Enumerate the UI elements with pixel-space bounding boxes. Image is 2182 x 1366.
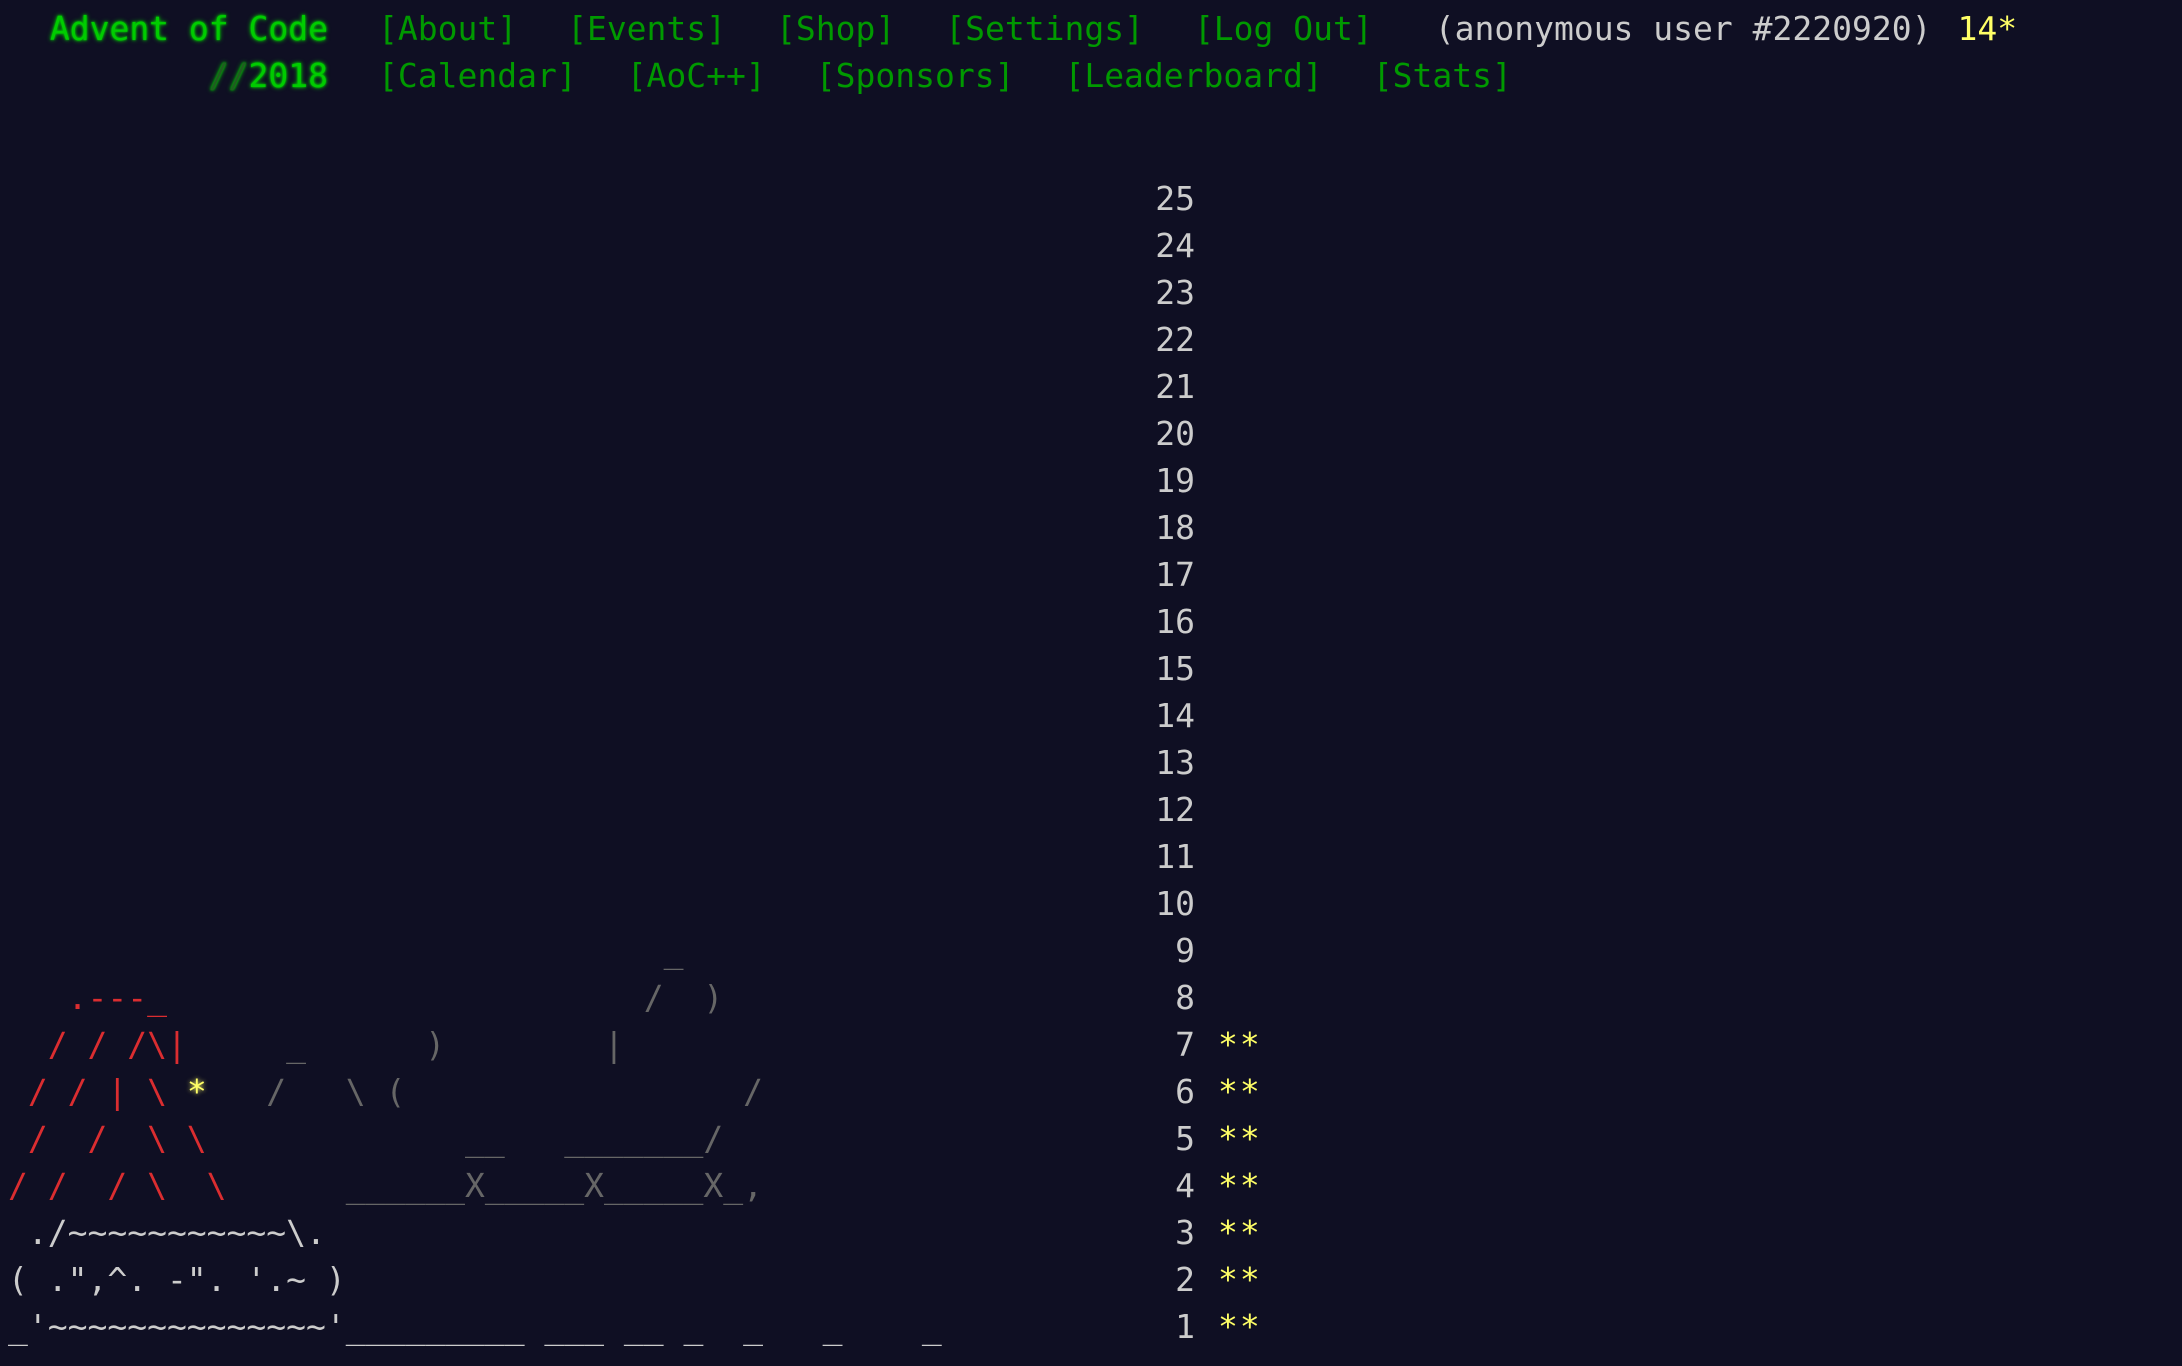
day-number: 19 — [1155, 461, 1195, 500]
calendar-day-17: 17 — [0, 551, 1300, 598]
calendar-day-20: 20 — [0, 410, 1300, 457]
event-year[interactable]: //2018 — [8, 53, 328, 99]
day-number: 23 — [1155, 273, 1195, 312]
day-stars: ** — [1218, 1213, 1262, 1252]
ascii-art-red: .---_ — [8, 978, 167, 1017]
day-number: 24 — [1155, 226, 1195, 265]
nav-log-out[interactable]: [Log Out] — [1194, 9, 1373, 48]
calendar-day-19: 19 — [0, 457, 1300, 504]
nav-aocpp[interactable]: [AoC++] — [627, 56, 766, 95]
calendar-day-7[interactable]: / / /\| _ ) | 7 ** — [0, 1021, 1300, 1068]
calendar-day-4[interactable]: / / / \ \ ______X_____X_____X_, 4 ** — [0, 1162, 1300, 1209]
ascii-art-grey: _ ) | — [186, 1025, 624, 1064]
day-stars: ** — [1218, 1307, 1262, 1346]
day-number: 4 — [1175, 1166, 1195, 1205]
ascii-art-line: / / \ \ __ _______/ — [8, 1115, 723, 1162]
day-stars: ** — [1218, 1166, 1262, 1205]
calendar-day-15: 15 — [0, 645, 1300, 692]
calendar-day-25: 25 — [0, 175, 1300, 222]
day-number: 6 — [1175, 1072, 1195, 1111]
calendar-day-8: .---_ / ) 8 — [0, 974, 1300, 1021]
calendar-day-1[interactable]: _'~~~~~~~~~~~~~~'_________ ___ __ _ _ _ … — [0, 1303, 1300, 1350]
nav-about[interactable]: [About] — [378, 9, 517, 48]
day-number: 1 — [1175, 1307, 1195, 1346]
star-count: 14* — [1957, 9, 2018, 48]
ascii-art-line: ./~~~~~~~~~~~\. — [8, 1213, 326, 1252]
day-stars: ** — [1218, 1025, 1262, 1064]
header-row-1: Advent of Code [About] [Events] [Shop] [Sett… — [8, 6, 2017, 52]
calendar-day-13: 13 — [0, 739, 1300, 786]
ascii-art-line: .---_ / ) — [8, 974, 724, 1021]
day-number: 5 — [1175, 1119, 1195, 1158]
day-number: 18 — [1155, 508, 1195, 547]
header-row-2: //2018 [Calendar] [AoC++] [Sponsors] [Leader… — [8, 53, 1512, 99]
ascii-art-red: / / /\| — [8, 1025, 187, 1064]
calendar-day-23: 23 — [0, 269, 1300, 316]
day-number: 21 — [1155, 367, 1195, 406]
day-number: 2 — [1175, 1260, 1195, 1299]
day-number: 8 — [1175, 978, 1195, 1017]
calendar-day-5[interactable]: / / \ \ __ _______/ 5 ** — [0, 1115, 1300, 1162]
nav-calendar[interactable]: [Calendar] — [378, 56, 577, 95]
day-number: 12 — [1155, 790, 1195, 829]
year-prefix: // — [208, 56, 249, 95]
nav-stats[interactable]: [Stats] — [1373, 56, 1512, 95]
nav-sponsors[interactable]: [Sponsors] — [816, 56, 1015, 95]
calendar-day-9: _ 9 — [0, 927, 1300, 974]
ascii-art-grey: / ) — [166, 978, 724, 1017]
ascii-art-line: _'~~~~~~~~~~~~~~'_________ ___ __ _ _ _ … — [8, 1307, 942, 1346]
ascii-art-grey: __ _______/ — [206, 1119, 724, 1158]
nav-leaderboard[interactable]: [Leaderboard] — [1064, 56, 1322, 95]
user-name: (anonymous user #2220920) — [1434, 9, 1932, 48]
day-stars: ** — [1218, 1072, 1262, 1111]
calendar-day-24: 24 — [0, 222, 1300, 269]
ascii-art-line: _ — [8, 931, 684, 970]
day-stars: ** — [1218, 1260, 1262, 1299]
day-number: 14 — [1155, 696, 1195, 735]
ascii-art-line: / / / \ \ ______X_____X_____X_, — [8, 1162, 763, 1209]
day-number: 13 — [1155, 743, 1195, 782]
calendar-day-22: 22 — [0, 316, 1300, 363]
day-number: 20 — [1155, 414, 1195, 453]
nav-shop[interactable]: [Shop] — [776, 9, 895, 48]
calendar-day-2[interactable]: ( .",^. -". '.~ ) 2 ** — [0, 1256, 1300, 1303]
day-number: 3 — [1175, 1213, 1195, 1252]
calendar-day-14: 14 — [0, 692, 1300, 739]
ascii-art-grey: ______X_____X_____X_, — [226, 1166, 763, 1205]
nav-events[interactable]: [Events] — [567, 9, 726, 48]
calendar-day-11: 11 — [0, 833, 1300, 880]
day-number: 7 — [1175, 1025, 1195, 1064]
day-number: 17 — [1155, 555, 1195, 594]
day-number: 10 — [1155, 884, 1195, 923]
day-number: 16 — [1155, 602, 1195, 641]
day-number: 9 — [1175, 931, 1195, 970]
year-number: 2018 — [248, 56, 328, 95]
calendar-day-18: 18 — [0, 504, 1300, 551]
day-number: 15 — [1155, 649, 1195, 688]
ascii-art-grey: / \ ( / — [206, 1072, 763, 1111]
calendar: 25 24 23 22 21 20 19 18 17 16 15 14 13 1… — [0, 175, 1300, 1350]
site-title[interactable]: Advent of Code — [8, 6, 328, 52]
nav-settings[interactable]: [Settings] — [945, 9, 1144, 48]
day-number: 11 — [1155, 837, 1195, 876]
calendar-day-12: 12 — [0, 786, 1300, 833]
ascii-art-line: / / /\| _ ) | — [8, 1021, 624, 1068]
ascii-art-line: ( .",^. -". '.~ ) — [8, 1260, 346, 1299]
day-stars: ** — [1218, 1119, 1262, 1158]
ascii-art-line: / / | \ * / \ ( / — [8, 1068, 763, 1115]
calendar-day-3[interactable]: ./~~~~~~~~~~~\. 3 ** — [0, 1209, 1300, 1256]
calendar-day-6[interactable]: / / | \ * / \ ( / 6 ** — [0, 1068, 1300, 1115]
ascii-art-red: / / \ \ — [8, 1119, 207, 1158]
day-number: 22 — [1155, 320, 1195, 359]
ascii-art-star: * — [186, 1072, 207, 1111]
ascii-art-red: / / / \ \ — [8, 1166, 227, 1205]
ascii-art-red: / / | \ — [8, 1072, 187, 1111]
calendar-day-16: 16 — [0, 598, 1300, 645]
day-number: 25 — [1155, 179, 1195, 218]
calendar-day-21: 21 — [0, 363, 1300, 410]
calendar-day-10: 10 — [0, 880, 1300, 927]
